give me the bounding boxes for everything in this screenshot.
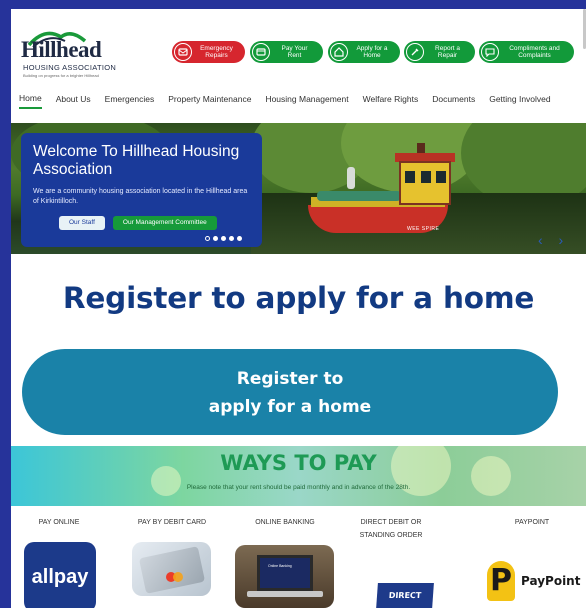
boat-person: [347, 167, 355, 189]
report-repair-button[interactable]: Report a Repair: [404, 41, 475, 63]
apply-home-label: Apply for a Home: [356, 45, 388, 59]
site-header: Hillhead HOUSING ASSOCIATION Building on…: [11, 9, 586, 89]
laptop-icon: Online Banking: [257, 555, 313, 591]
online-banking-label[interactable]: ONLINE BANKING: [230, 516, 340, 529]
hero-text: We are a community housing association l…: [33, 188, 248, 205]
paypoint-wordmark: PayPoint: [521, 574, 581, 588]
register-button-line1: Register to: [236, 369, 344, 389]
card-icon: [138, 546, 206, 594]
mastercard-icon: [173, 572, 183, 582]
carousel-dot[interactable]: [221, 236, 226, 241]
page: Hillhead HOUSING ASSOCIATION Building on…: [11, 9, 586, 608]
allpay-logo[interactable]: allpay: [24, 542, 96, 608]
carousel-dot[interactable]: [229, 236, 234, 241]
nav-item-documents[interactable]: Documents: [432, 94, 475, 108]
logo-name: Hillhead: [21, 37, 102, 62]
hero-title: Welcome To Hillhead Housing Association: [33, 143, 240, 178]
nav-item-emergencies[interactable]: Emergencies: [105, 94, 155, 108]
paypoint-label[interactable]: PAYPOINT: [477, 516, 586, 529]
boat-window: [436, 171, 446, 183]
paypoint-logo[interactable]: P PayPoint: [487, 561, 580, 601]
boat-window: [421, 171, 431, 183]
debit-card-image[interactable]: [132, 542, 211, 596]
emergency-repairs-button[interactable]: Emergency Repairs: [172, 41, 245, 63]
nav-item-getting-involved[interactable]: Getting Involved: [489, 94, 550, 108]
nav-item-housing-management[interactable]: Housing Management: [265, 94, 348, 108]
online-banking-image[interactable]: Online Banking: [235, 545, 334, 608]
laptop-screen-text: Online Banking: [268, 564, 292, 568]
paypoint-p-icon: P: [487, 561, 515, 601]
chat-icon: [481, 43, 499, 61]
site-logo[interactable]: Hillhead HOUSING ASSOCIATION Building on…: [21, 25, 117, 83]
report-repair-label: Report a Repair: [435, 45, 460, 59]
emergency-repairs-label: Emergency Repairs: [200, 45, 233, 59]
boat-name: WEE SPIRE: [407, 226, 440, 232]
boat-window: [405, 171, 415, 183]
main-nav: Home About Us Emergencies Property Maint…: [11, 89, 586, 113]
carousel-dot[interactable]: [213, 236, 218, 241]
compliments-complaints-button[interactable]: Compliments and Complaints: [479, 41, 574, 63]
direct-debit-label[interactable]: DIRECT DEBIT OR STANDING ORDER: [351, 516, 431, 542]
tools-icon: [406, 43, 424, 61]
ways-to-pay-title: WAYS TO PAY: [220, 451, 377, 475]
pay-online-label[interactable]: PAY ONLINE: [11, 516, 114, 529]
register-button-line2: apply for a home: [208, 397, 372, 417]
ways-to-pay-note: Please note that your rent should be pai…: [186, 484, 411, 491]
pay-rent-button[interactable]: Pay Your Rent: [250, 41, 323, 63]
nav-item-about-us[interactable]: About Us: [56, 94, 91, 108]
compliments-complaints-label: Compliments and Complaints: [509, 45, 560, 59]
carousel-arrows[interactable]: ‹ ›: [538, 232, 569, 248]
nav-item-home[interactable]: Home: [19, 93, 42, 109]
management-committee-button[interactable]: Our Management Committee: [112, 216, 217, 230]
boat-cover: [317, 191, 401, 201]
home-icon: [330, 43, 348, 61]
wrench-icon: [174, 43, 192, 61]
carousel-dot[interactable]: [205, 236, 210, 241]
card-icon: [252, 43, 270, 61]
boat-cabin: [399, 161, 451, 205]
carousel-dot[interactable]: [237, 236, 242, 241]
register-heading: Register to apply for a home: [62, 281, 535, 315]
register-button[interactable]: Register to apply for a home: [22, 349, 558, 435]
our-staff-button[interactable]: Our Staff: [59, 216, 105, 230]
logo-tagline: Building on progress for a brighter Hill…: [23, 73, 99, 78]
direct-debit-logo[interactable]: DIRECT DEBIT: [376, 583, 434, 608]
nav-item-property-maintenance[interactable]: Property Maintenance: [168, 94, 251, 108]
ways-to-pay-banner: WAYS TO PAY Please note that your rent s…: [11, 446, 586, 506]
nav-item-welfare-rights[interactable]: Welfare Rights: [363, 94, 419, 108]
pay-rent-label: Pay Your Rent: [281, 45, 308, 59]
apply-home-button[interactable]: Apply for a Home: [328, 41, 400, 63]
pay-by-debit-card-label[interactable]: PAY BY DEBIT CARD: [117, 516, 227, 529]
carousel-dots: [205, 236, 245, 241]
welcome-panel: Welcome To Hillhead Housing Association …: [21, 133, 262, 247]
laptop-base: [247, 591, 323, 597]
logo-subtitle: HOUSING ASSOCIATION: [23, 63, 117, 72]
